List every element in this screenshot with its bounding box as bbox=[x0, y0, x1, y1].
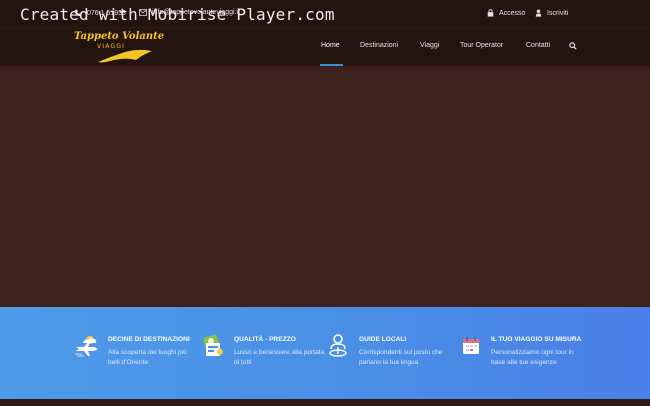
feature-title: QUALITÀ - PREZZO bbox=[234, 336, 296, 343]
register-label: Iscriviti bbox=[547, 9, 569, 17]
footer-strip bbox=[0, 399, 650, 406]
calendar-icon bbox=[463, 337, 479, 354]
nav-item-tour-operator[interactable]: Tour Operator bbox=[460, 42, 503, 49]
site-logo[interactable]: Tappeto Volante VIAGGI bbox=[74, 31, 164, 63]
login-label: Accesso bbox=[499, 9, 526, 17]
features-strip: DECINE DI DESTINAZIONI Alla scoperta dei… bbox=[0, 307, 650, 399]
logo-subtitle: VIAGGI bbox=[97, 43, 126, 50]
feature-title: GUIDE LOCALI bbox=[359, 336, 407, 343]
user-icon bbox=[535, 9, 542, 17]
feature-description: Lusso e benessere alla portata di tutti bbox=[234, 349, 325, 366]
search-icon[interactable] bbox=[569, 42, 577, 50]
register-link[interactable]: Iscriviti bbox=[535, 9, 568, 17]
nav-item-contatti[interactable]: Contatti bbox=[526, 42, 550, 49]
logo-title: Tappeto Volante bbox=[74, 31, 165, 42]
feature-title: DECINE DI DESTINAZIONI bbox=[108, 336, 190, 343]
feature-description: Personalizziamo ogni tour in base alle t… bbox=[491, 349, 574, 366]
lock-icon bbox=[487, 9, 494, 17]
watermark-text: Created with Mobirise Player.com bbox=[20, 5, 335, 24]
feature-title: IL TUO VIAGGIO SU MISURA bbox=[491, 336, 582, 343]
login-link[interactable]: Accesso bbox=[487, 9, 525, 17]
nav-item-destinazioni[interactable]: Destinazioni bbox=[360, 42, 398, 49]
plane-cloud-icon bbox=[75, 336, 98, 357]
local-guide-icon bbox=[329, 334, 347, 357]
feature-description: Corrispondenti sul posto che parlano la … bbox=[359, 349, 443, 366]
hero-banner bbox=[0, 66, 650, 307]
money-quality-icon bbox=[203, 334, 223, 356]
nav-item-viaggi[interactable]: Viaggi bbox=[420, 42, 439, 49]
feature-description: Alla scoperta dei luoghi più belli d'Ori… bbox=[108, 349, 187, 366]
nav-item-home[interactable]: Home bbox=[321, 42, 340, 49]
main-navbar: Tappeto Volante VIAGGI Home Destinazioni… bbox=[0, 28, 650, 66]
